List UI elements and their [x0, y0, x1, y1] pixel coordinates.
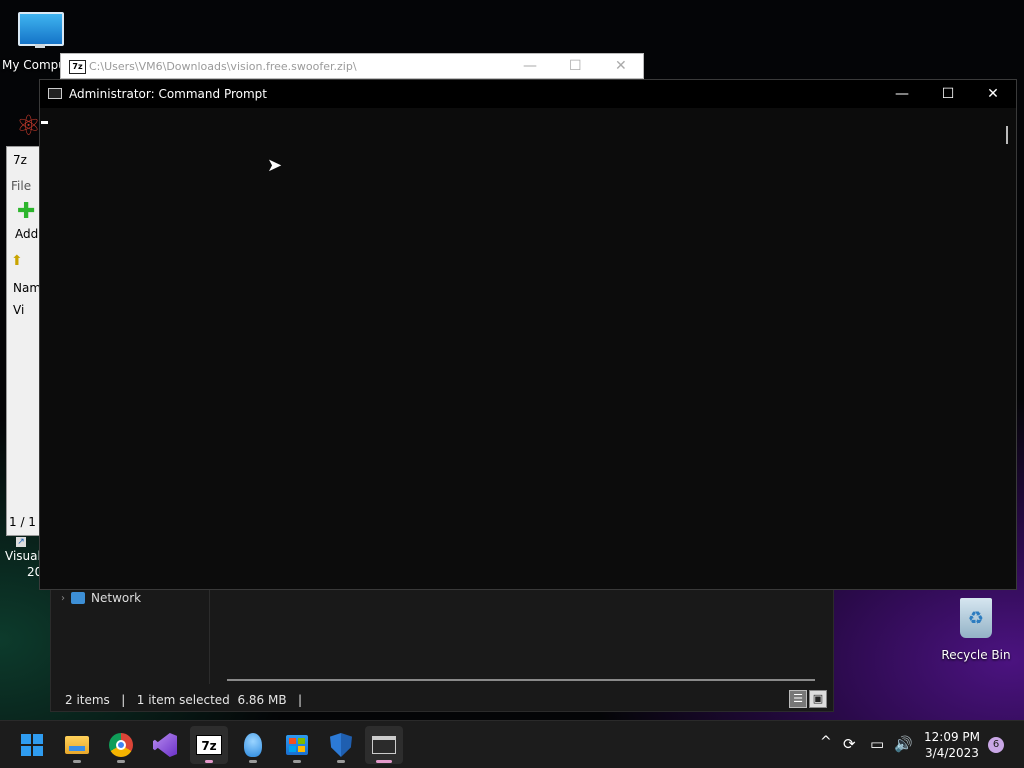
- status-separator: |: [121, 693, 126, 707]
- status-item-count: 2 items: [65, 693, 110, 707]
- status-selected: 1 item selected: [136, 693, 230, 707]
- large-icons-view-button[interactable]: ▣: [809, 690, 827, 708]
- taskbar-visual-studio[interactable]: [146, 726, 184, 764]
- text-cursor: [41, 121, 48, 124]
- shield-icon: [330, 733, 352, 757]
- column-name-header[interactable]: Nam: [13, 281, 41, 295]
- taskbar-chrome[interactable]: [102, 726, 140, 764]
- taskbar-windows-security[interactable]: [322, 726, 360, 764]
- monitor-icon: [18, 12, 64, 46]
- windows-logo-icon: [21, 734, 43, 756]
- sevenzip-icon: 7z: [196, 735, 222, 755]
- close-button[interactable]: ✕: [971, 82, 1015, 106]
- status-size: 6.86 MB: [237, 693, 287, 707]
- start-button[interactable]: [13, 726, 51, 764]
- desktop: My Compu ⚛ 7z File ✚ Add ⬆ Nam Vi 1 / 1 …: [0, 0, 1024, 720]
- status-bar: 2 items | 1 item selected 6.86 MB |: [65, 693, 302, 707]
- visual-studio-icon: [153, 733, 177, 757]
- store-icon: [286, 735, 308, 755]
- file-explorer-window[interactable]: › Network 2 items | 1 item selected 6.86…: [50, 588, 834, 712]
- cmd-title-bar[interactable]: Administrator: Command Prompt — ☐ ✕: [40, 80, 1016, 108]
- add-button[interactable]: Add: [15, 227, 41, 241]
- vertical-scrollbar-thumb[interactable]: [1006, 126, 1008, 144]
- mouse-pointer-icon: ➤: [267, 155, 283, 176]
- minimize-button[interactable]: —: [880, 82, 924, 106]
- taskbar: 7z ^ ⟳ ▭ 🔊 12:09 PM 3/4/2023 6: [0, 720, 1024, 768]
- sevenzip-fm-status: 1 / 1 c: [9, 515, 41, 529]
- sevenzip-archive-window[interactable]: 7z C:\Users\VM6\Downloads\vision.free.sw…: [60, 53, 644, 79]
- maximize-button[interactable]: ☐: [569, 58, 582, 74]
- menu-file[interactable]: File: [11, 179, 41, 193]
- sync-icon[interactable]: ⟳: [843, 735, 856, 753]
- network-monitor-icon[interactable]: ▭: [870, 735, 884, 753]
- shortcut-arrow-icon: ↗: [16, 537, 26, 547]
- my-computer-label: My Compu: [2, 58, 66, 72]
- sevenzip-file-manager-window[interactable]: 7z File ✚ Add ⬆ Nam Vi 1 / 1 c: [6, 146, 42, 536]
- command-prompt-window[interactable]: Administrator: Command Prompt — ☐ ✕ ➤: [39, 79, 1017, 590]
- sevenzip-logo-icon: 7z: [69, 60, 86, 74]
- taskbar-tips[interactable]: [234, 726, 272, 764]
- nav-pane-divider: [209, 589, 210, 684]
- show-hidden-icons-chevron-up-icon[interactable]: ^: [820, 733, 832, 751]
- cmd-app-icon: [48, 88, 62, 99]
- sevenzip-fm-title: 7z: [13, 153, 27, 167]
- volume-icon[interactable]: 🔊: [894, 735, 913, 753]
- recycle-bin-label: Recycle Bin: [941, 648, 1011, 662]
- horizontal-scrollbar[interactable]: [227, 679, 815, 681]
- monitor-stand: [35, 44, 45, 48]
- minimize-button[interactable]: —: [523, 58, 537, 74]
- notification-badge[interactable]: 6: [988, 737, 1004, 753]
- chevron-right-icon[interactable]: ›: [61, 593, 65, 604]
- clock[interactable]: 12:09 PM 3/4/2023: [920, 729, 984, 761]
- taskbar-file-explorer[interactable]: [58, 726, 96, 764]
- recycle-bin-icon[interactable]: ♻ Recycle Bin: [940, 598, 1012, 662]
- archive-list-item[interactable]: Vi: [13, 303, 41, 317]
- folder-icon: [65, 736, 89, 754]
- cmd-window-title: Administrator: Command Prompt: [69, 87, 267, 101]
- visual-studio-desktop-shortcut[interactable]: ↗ Visual 20: [5, 532, 42, 580]
- nav-item-network[interactable]: › Network: [61, 591, 141, 605]
- network-icon: [71, 592, 85, 604]
- up-folder-icon[interactable]: ⬆: [11, 253, 41, 269]
- close-button[interactable]: ✕: [615, 58, 627, 74]
- taskbar-microsoft-store[interactable]: [278, 726, 316, 764]
- details-view-button[interactable]: ☰: [789, 690, 807, 708]
- lightbulb-icon: [244, 733, 262, 757]
- chrome-icon: [109, 733, 133, 757]
- archive-path-title: C:\Users\VM6\Downloads\vision.free.swoof…: [89, 60, 357, 73]
- clock-time: 12:09 PM: [924, 730, 980, 744]
- cmd-icon: [372, 736, 396, 754]
- visual-studio-label: Visual: [5, 549, 41, 563]
- taskbar-command-prompt[interactable]: [365, 726, 403, 764]
- recycle-bin-graphic: ♻: [960, 598, 992, 638]
- status-separator: |: [298, 693, 303, 707]
- taskbar-7zip[interactable]: 7z: [190, 726, 228, 764]
- nav-item-network-label: Network: [91, 591, 142, 605]
- maximize-button[interactable]: ☐: [926, 82, 970, 106]
- clock-date: 3/4/2023: [925, 746, 979, 760]
